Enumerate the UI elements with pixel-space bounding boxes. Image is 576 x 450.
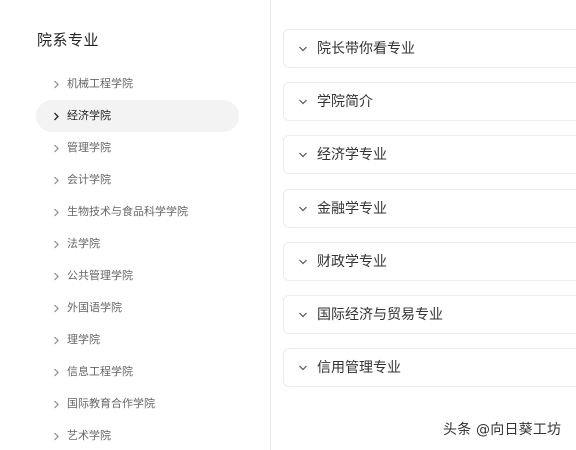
sidebar-item-biotech-food-science[interactable]: 生物技术与食品科学学院 xyxy=(0,196,240,228)
sidebar-item-label: 外国语学院 xyxy=(67,301,122,314)
sidebar-item-label: 会计学院 xyxy=(67,173,111,186)
sidebar-item-management[interactable]: 管理学院 xyxy=(0,132,240,164)
sidebar-item-international-education[interactable]: 国际教育合作学院 xyxy=(0,388,240,420)
section-label: 国际经济与贸易专业 xyxy=(317,307,443,323)
chevron-right-icon xyxy=(50,141,62,155)
chevron-right-icon xyxy=(50,365,62,379)
section-label: 财政学专业 xyxy=(317,254,387,270)
chevron-right-icon xyxy=(50,237,62,251)
chevron-down-icon xyxy=(299,206,307,212)
chevron-right-icon xyxy=(50,301,62,315)
sidebar-item-label: 经济学院 xyxy=(67,109,111,122)
section-list: 院长带你看专业 学院简介 经济学专业 金融学专业 财政学专业 国际经济与贸易专业… xyxy=(283,0,576,450)
chevron-down-icon xyxy=(299,259,307,265)
chevron-right-icon xyxy=(50,429,62,443)
section-label: 学院简介 xyxy=(317,94,373,110)
section-label: 信用管理专业 xyxy=(317,360,401,376)
department-nav-list: 机械工程学院 经济学院 管理学院 会计学院 生物技术与食品科学学院 法学院 公共… xyxy=(0,68,240,450)
section-label: 金融学专业 xyxy=(317,201,387,217)
chevron-right-icon xyxy=(50,173,62,187)
sidebar-item-accounting[interactable]: 会计学院 xyxy=(0,164,240,196)
sidebar-item-mechanical-engineering[interactable]: 机械工程学院 xyxy=(0,68,240,100)
chevron-right-icon xyxy=(50,269,62,283)
sidebar-item-label: 理学院 xyxy=(67,333,100,346)
section-dean-introduces-majors[interactable]: 院长带你看专业 xyxy=(283,29,576,68)
chevron-down-icon xyxy=(299,99,307,105)
section-public-finance-major[interactable]: 财政学专业 xyxy=(283,242,576,281)
chevron-down-icon xyxy=(299,312,307,318)
sidebar-item-label: 生物技术与食品科学学院 xyxy=(67,205,188,218)
section-label: 经济学专业 xyxy=(317,147,387,163)
sidebar-item-arts[interactable]: 艺术学院 xyxy=(0,420,240,450)
sidebar-item-label: 艺术学院 xyxy=(67,429,111,442)
page: 院系专业 机械工程学院 经济学院 管理学院 会计学院 生物技术与食品科学学院 法… xyxy=(0,0,576,450)
chevron-down-icon xyxy=(299,365,307,371)
section-label: 院长带你看专业 xyxy=(317,41,415,57)
sidebar-item-label: 机械工程学院 xyxy=(67,77,133,90)
sidebar-title: 院系专业 xyxy=(37,31,100,49)
sidebar: 院系专业 机械工程学院 经济学院 管理学院 会计学院 生物技术与食品科学学院 法… xyxy=(0,0,271,450)
chevron-down-icon xyxy=(299,152,307,158)
chevron-right-icon xyxy=(50,397,62,411)
section-economics-major[interactable]: 经济学专业 xyxy=(283,135,576,174)
sidebar-item-public-administration[interactable]: 公共管理学院 xyxy=(0,260,240,292)
sidebar-item-science[interactable]: 理学院 xyxy=(0,324,240,356)
watermark: 头条 @向日葵工坊 xyxy=(443,422,562,438)
sidebar-item-label: 信息工程学院 xyxy=(67,365,133,378)
sidebar-item-law[interactable]: 法学院 xyxy=(0,228,240,260)
chevron-right-icon xyxy=(50,333,62,347)
chevron-right-icon xyxy=(50,109,62,123)
section-college-introduction[interactable]: 学院简介 xyxy=(283,82,576,121)
sidebar-item-label: 国际教育合作学院 xyxy=(67,397,155,410)
chevron-right-icon xyxy=(50,205,62,219)
sidebar-item-information-engineering[interactable]: 信息工程学院 xyxy=(0,356,240,388)
section-international-trade-major[interactable]: 国际经济与贸易专业 xyxy=(283,295,576,334)
section-finance-major[interactable]: 金融学专业 xyxy=(283,189,576,228)
sidebar-item-label: 法学院 xyxy=(67,237,100,250)
chevron-down-icon xyxy=(299,46,307,52)
chevron-right-icon xyxy=(50,77,62,91)
section-credit-management-major[interactable]: 信用管理专业 xyxy=(283,348,576,387)
sidebar-item-foreign-languages[interactable]: 外国语学院 xyxy=(0,292,240,324)
sidebar-item-economics[interactable]: 经济学院 xyxy=(0,100,240,132)
sidebar-item-label: 管理学院 xyxy=(67,141,111,154)
sidebar-item-label: 公共管理学院 xyxy=(67,269,133,282)
